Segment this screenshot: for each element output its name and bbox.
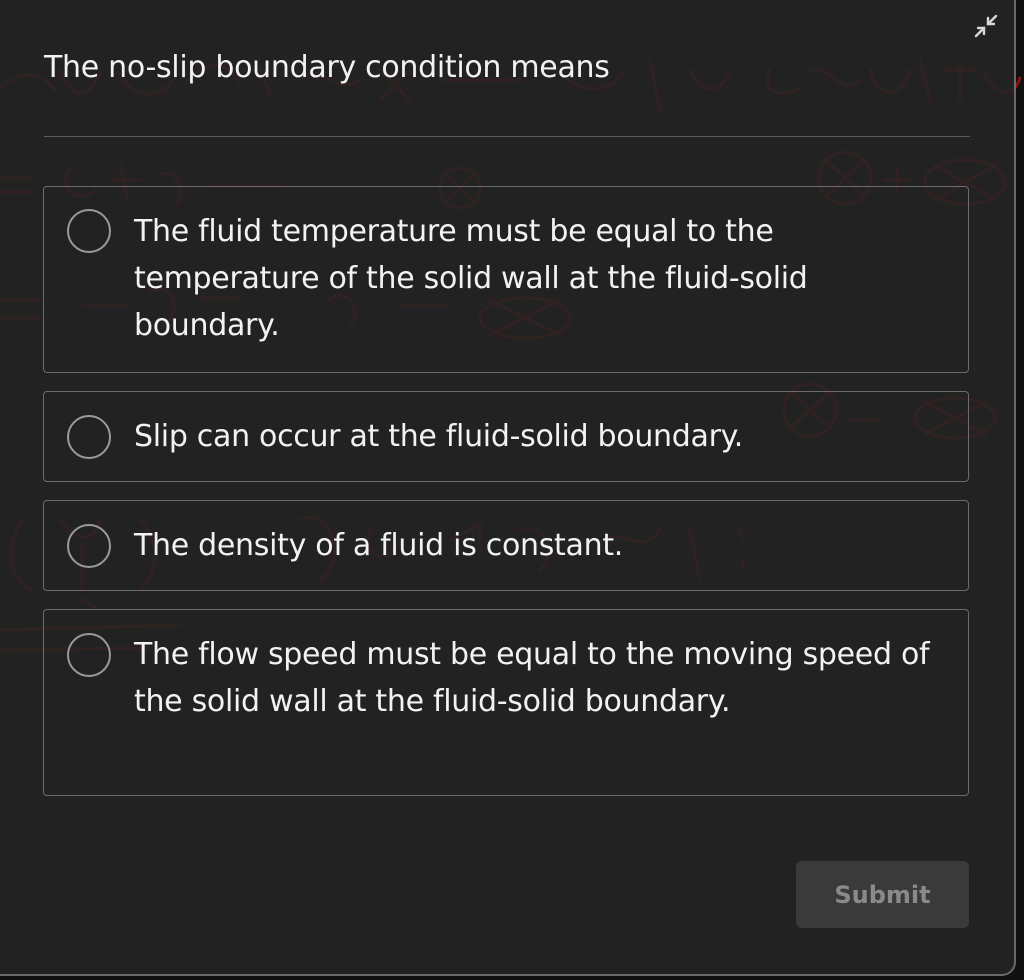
answer-option-3[interactable]: The density of a fluid is constant. <box>43 500 969 591</box>
answer-option-label: The flow speed must be equal to the movi… <box>134 637 930 719</box>
radio-unchecked-icon[interactable] <box>67 633 111 677</box>
question-title: The no-slip boundary condition means <box>44 50 610 85</box>
answer-option-label: The fluid temperature must be equal to t… <box>134 214 808 343</box>
radio-unchecked-icon[interactable] <box>67 209 111 253</box>
answer-option-4[interactable]: The flow speed must be equal to the movi… <box>43 609 969 796</box>
submit-button[interactable]: Submit <box>796 861 969 928</box>
answer-option-1[interactable]: The fluid temperature must be equal to t… <box>43 186 969 373</box>
answer-option-label: The density of a fluid is constant. <box>134 528 624 563</box>
answer-option-label: Slip can occur at the fluid-solid bounda… <box>134 419 744 454</box>
answer-option-2[interactable]: Slip can occur at the fluid-solid bounda… <box>43 391 969 482</box>
radio-unchecked-icon[interactable] <box>67 415 111 459</box>
radio-unchecked-icon[interactable] <box>67 524 111 568</box>
divider <box>44 136 970 137</box>
collapse-arrows-icon <box>974 14 998 38</box>
question-panel: The no-slip boundary condition means The… <box>0 0 1016 976</box>
collapse-button[interactable] <box>968 8 1004 44</box>
